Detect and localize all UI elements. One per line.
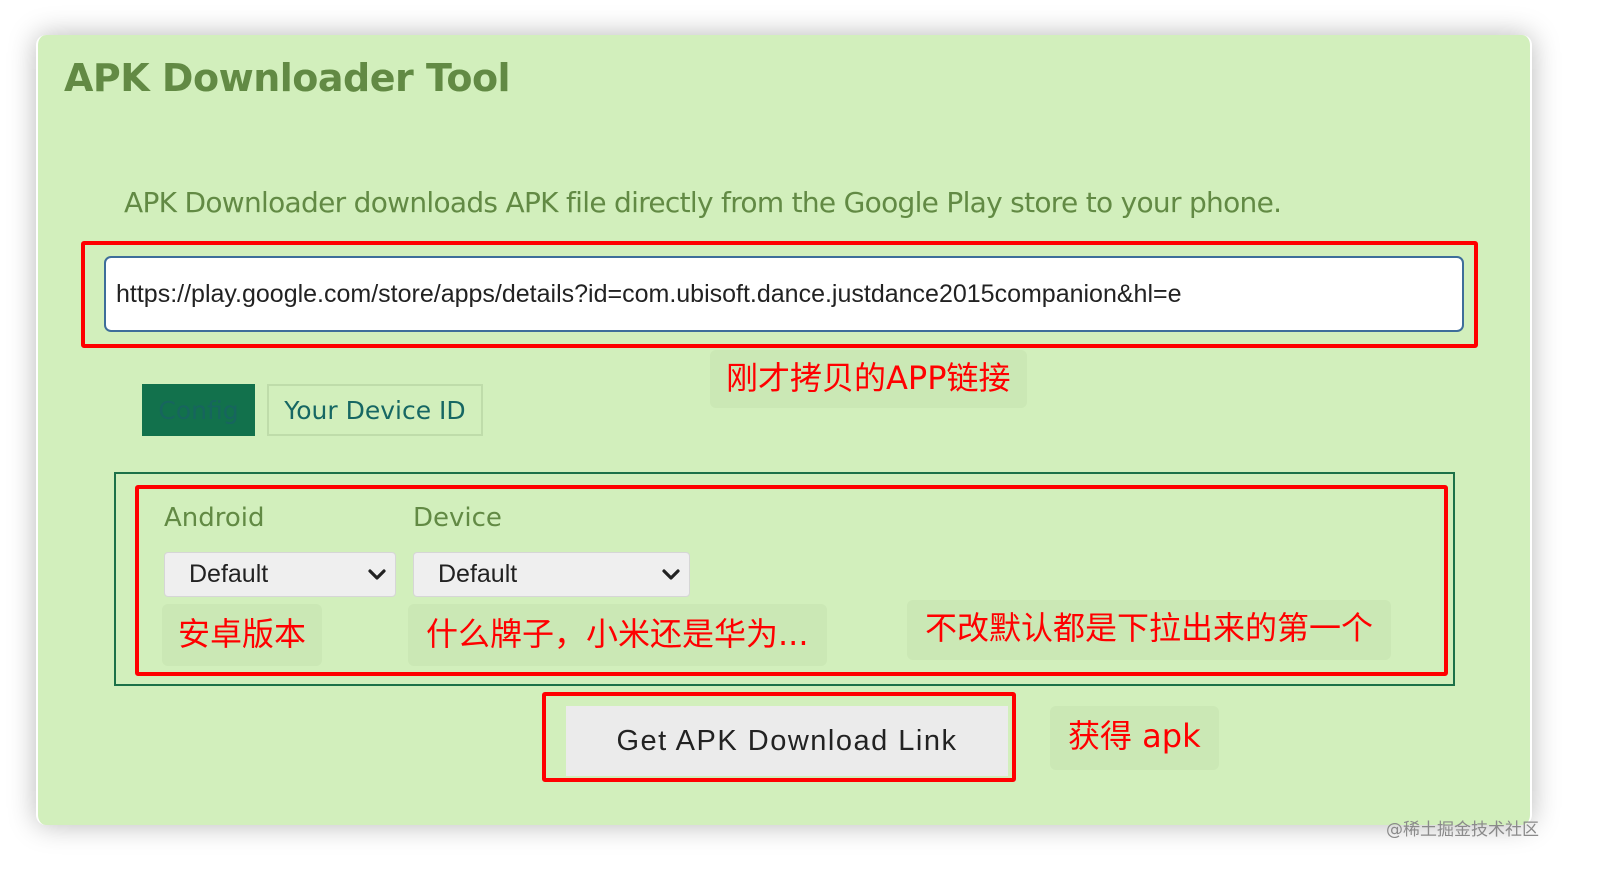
annotation-url-note: 刚才拷贝的APP链接: [710, 350, 1027, 408]
annotation-default-note: 不改默认都是下拉出来的第一个: [907, 600, 1392, 660]
watermark: @稀土掘金技术社区: [1386, 820, 1539, 840]
annotation-device-note: 什么牌子，小米还是华为...: [408, 604, 827, 666]
screenshot-stage: APK Downloader Tool APK Downloader downl…: [0, 0, 1608, 882]
chevron-down-icon: [662, 568, 680, 580]
tab-config[interactable]: Config: [142, 384, 255, 436]
page-description: APK Downloader downloads APK file direct…: [124, 186, 1282, 219]
device-select[interactable]: Default: [413, 552, 690, 597]
play-store-url-input[interactable]: [104, 256, 1464, 332]
tab-your-device-id[interactable]: Your Device ID: [267, 384, 483, 436]
annotation-button-note: 获得 apk: [1050, 706, 1219, 770]
device-label: Device: [413, 503, 502, 533]
page-title: APK Downloader Tool: [64, 56, 511, 100]
chevron-down-icon: [368, 568, 386, 580]
android-version-select[interactable]: Default: [164, 552, 396, 597]
annotation-android-note: 安卓版本: [162, 604, 323, 666]
android-select-value: Default: [189, 560, 269, 588]
device-select-value: Default: [438, 560, 518, 588]
get-apk-download-link-button[interactable]: Get APK Download Link: [566, 706, 1008, 776]
android-label: Android: [164, 503, 265, 533]
